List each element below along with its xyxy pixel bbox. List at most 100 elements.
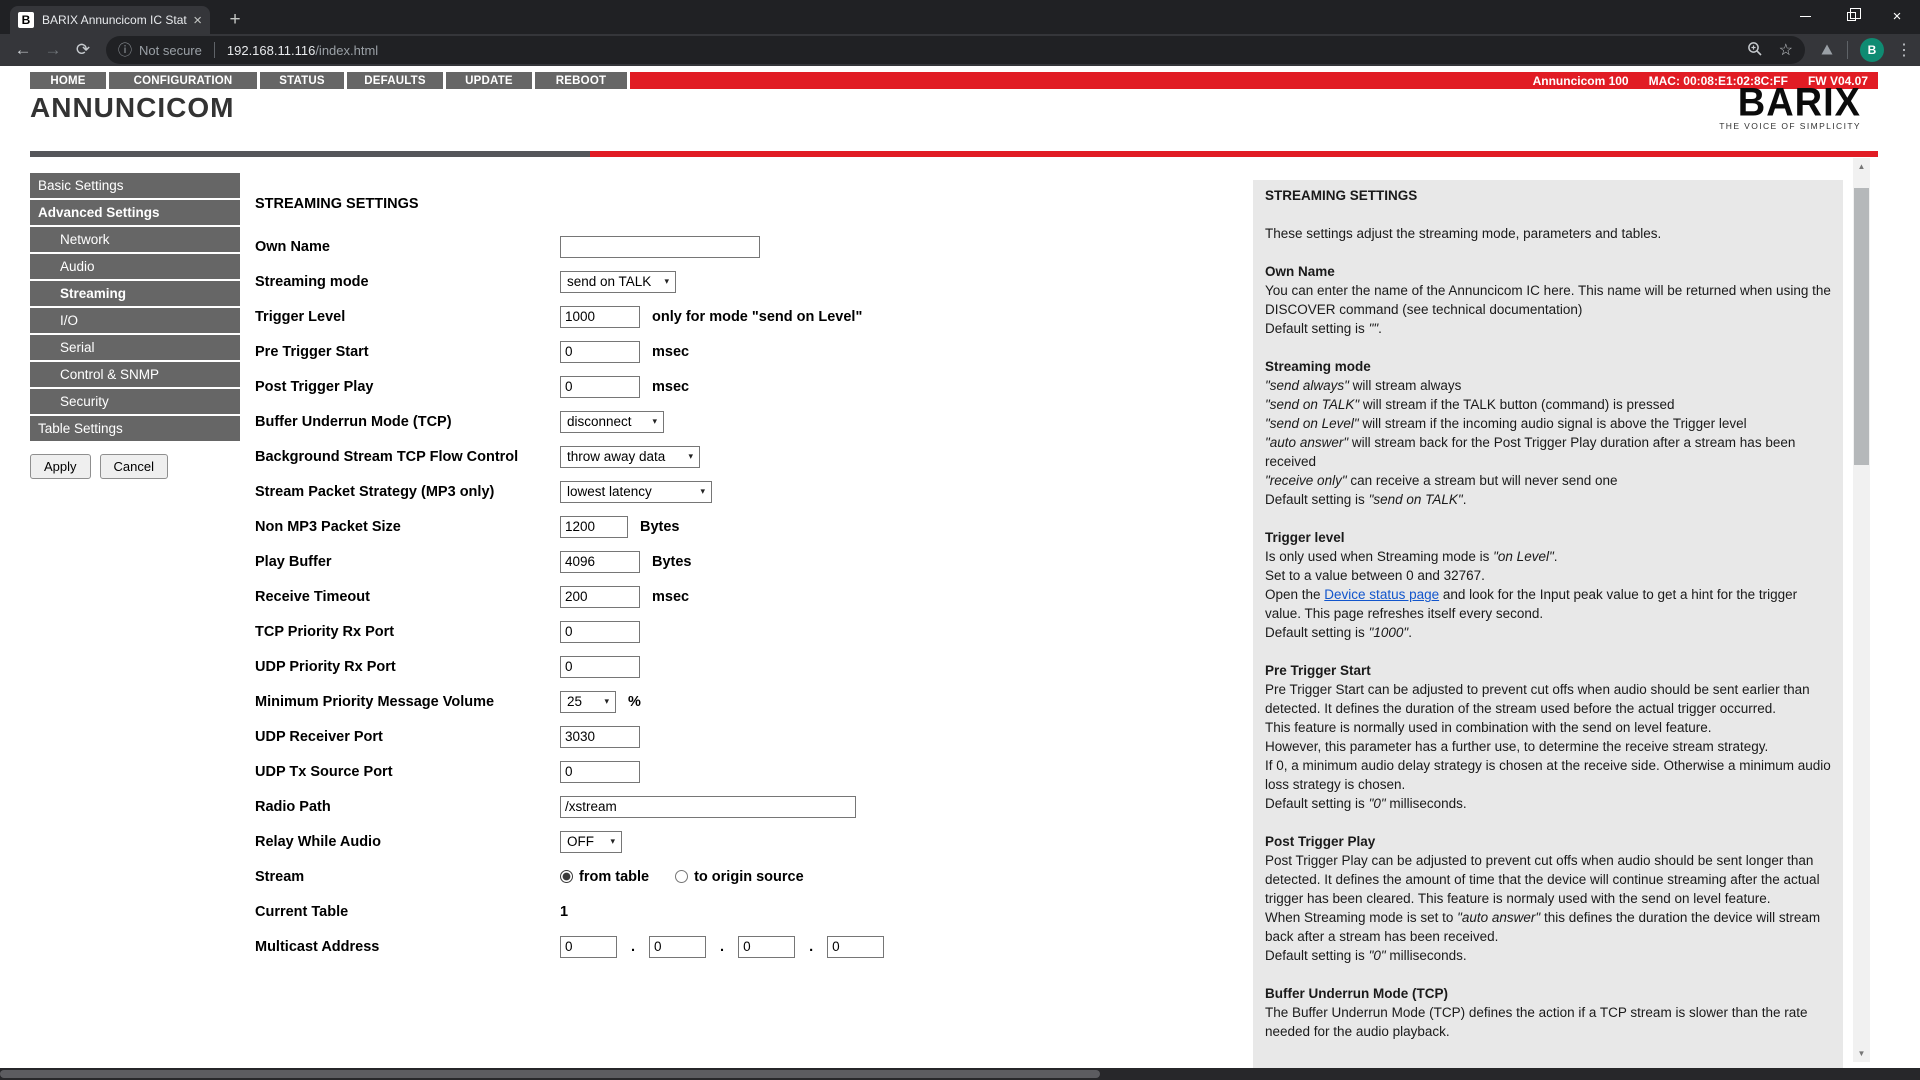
sidebar-item-audio[interactable]: Audio bbox=[30, 254, 240, 279]
sidebar-item-i-o[interactable]: I/O bbox=[30, 308, 240, 333]
help-heading: STREAMING SETTINGS bbox=[1265, 186, 1831, 205]
close-button[interactable]: × bbox=[1874, 0, 1920, 32]
info-icon[interactable]: ⓘ bbox=[118, 40, 132, 60]
minimum-priority-message-volume-label: Minimum Priority Message Volume bbox=[255, 694, 560, 710]
sidebar-menu: Basic SettingsAdvanced SettingsNetworkAu… bbox=[30, 173, 240, 441]
pre-trigger-start-input[interactable] bbox=[560, 341, 640, 363]
stream-packet-strategy-mp3-only-select[interactable]: lowest latency▾ bbox=[560, 481, 712, 503]
sidebar-item-control-snmp[interactable]: Control & SNMP bbox=[30, 362, 240, 387]
horizontal-scrollbar-thumb[interactable] bbox=[0, 1070, 1100, 1078]
nav-item-status[interactable]: STATUS bbox=[260, 72, 344, 89]
radio-path-input[interactable] bbox=[560, 796, 856, 818]
scroll-down-arrow[interactable]: ▼ bbox=[1853, 1045, 1870, 1062]
background-stream-tcp-flow-control-select[interactable]: throw away data ▾ bbox=[560, 446, 700, 468]
zoom-icon[interactable] bbox=[1747, 41, 1763, 60]
radio-button[interactable] bbox=[560, 870, 573, 883]
nav-item-configuration[interactable]: CONFIGURATION bbox=[109, 72, 257, 89]
forward-button[interactable]: → bbox=[38, 40, 68, 60]
udp-tx-source-port-label: UDP Tx Source Port bbox=[255, 764, 560, 780]
help-heading: Buffer Underrun Mode (TCP) bbox=[1265, 984, 1831, 1003]
maximize-button[interactable] bbox=[1828, 0, 1874, 32]
cancel-button[interactable]: Cancel bbox=[100, 454, 168, 479]
buffer-underrun-mode-tcp-select-value: disconnect bbox=[567, 414, 632, 429]
streaming-mode-label: Streaming mode bbox=[255, 274, 560, 290]
device-status-page-link[interactable]: Device status page bbox=[1324, 587, 1439, 602]
form-row-play-buffer: Play BufferBytes bbox=[255, 547, 1055, 576]
sidebar: Basic SettingsAdvanced SettingsNetworkAu… bbox=[30, 173, 240, 479]
stream-radio-from-table[interactable]: from table bbox=[560, 869, 649, 885]
non-mp3-packet-size-input[interactable] bbox=[560, 516, 628, 538]
help-section-buffer-underrun-mode-tcp: Buffer Underrun Mode (TCP)The Buffer Und… bbox=[1265, 984, 1831, 1041]
post-trigger-play-input[interactable] bbox=[560, 376, 640, 398]
sidebar-item-network[interactable]: Network bbox=[30, 227, 240, 252]
minimize-button[interactable] bbox=[1782, 0, 1828, 32]
divider-gray bbox=[30, 151, 590, 157]
form-row-radio-path: Radio Path bbox=[255, 792, 1055, 821]
help-section-streaming-settings: STREAMING SETTINGSThese settings adjust … bbox=[1265, 186, 1831, 243]
reload-button[interactable]: ⟳ bbox=[68, 40, 98, 60]
chevron-down-icon: ▾ bbox=[688, 451, 693, 462]
post-trigger-play-label: Post Trigger Play bbox=[255, 379, 560, 395]
nav-item-reboot[interactable]: REBOOT bbox=[535, 72, 627, 89]
form-row-udp-priority-rx-port: UDP Priority Rx Port bbox=[255, 652, 1055, 681]
sidebar-item-streaming[interactable]: Streaming bbox=[30, 281, 240, 306]
sidebar-item-table-settings[interactable]: Table Settings bbox=[30, 416, 240, 441]
scrollbar-thumb[interactable] bbox=[1854, 188, 1869, 465]
sidebar-item-advanced-settings[interactable]: Advanced Settings bbox=[30, 200, 240, 225]
minimum-priority-message-volume-select-value: 25 bbox=[567, 694, 582, 709]
sidebar-item-serial[interactable]: Serial bbox=[30, 335, 240, 360]
stream-radio-to-origin-source[interactable]: to origin source bbox=[675, 869, 804, 885]
multicast-address-octet-4[interactable] bbox=[827, 936, 884, 958]
form-heading: STREAMING SETTINGS bbox=[255, 196, 1055, 212]
play-buffer-input[interactable] bbox=[560, 551, 640, 573]
browser-tab[interactable]: B BARIX Annuncicom IC Status × bbox=[10, 6, 210, 34]
radio-path-label: Radio Path bbox=[255, 799, 560, 815]
help-heading: Pre Trigger Start bbox=[1265, 661, 1831, 680]
trigger-level-input[interactable] bbox=[560, 306, 640, 328]
page-title: ANNUNCICOM bbox=[30, 92, 234, 124]
chevron-down-icon: ▾ bbox=[700, 486, 705, 497]
udp-priority-rx-port-label: UDP Priority Rx Port bbox=[255, 659, 560, 675]
toolbar-separator bbox=[1847, 41, 1848, 59]
multicast-address-label: Multicast Address bbox=[255, 939, 560, 955]
form-row-streaming-mode: Streaming modesend on TALK▾ bbox=[255, 267, 1055, 296]
form-row-multicast-address: Multicast Address... bbox=[255, 932, 1055, 961]
relay-while-audio-label: Relay While Audio bbox=[255, 834, 560, 850]
udp-tx-source-port-input[interactable] bbox=[560, 761, 640, 783]
nav-item-defaults[interactable]: DEFAULTS bbox=[347, 72, 443, 89]
streaming-mode-select[interactable]: send on TALK▾ bbox=[560, 271, 676, 293]
sidebar-item-security[interactable]: Security bbox=[30, 389, 240, 414]
radio-button[interactable] bbox=[675, 870, 688, 883]
address-bar[interactable]: ⓘ Not secure 192.168.11.116 /index.html … bbox=[106, 36, 1805, 64]
back-button[interactable]: ← bbox=[8, 40, 38, 60]
nav-item-update[interactable]: UPDATE bbox=[446, 72, 532, 89]
receive-timeout-input[interactable] bbox=[560, 586, 640, 608]
nav-item-home[interactable]: HOME bbox=[30, 72, 106, 89]
relay-while-audio-select[interactable]: OFF▾ bbox=[560, 831, 622, 853]
form-row-udp-tx-source-port: UDP Tx Source Port bbox=[255, 757, 1055, 786]
non-mp3-packet-size-label: Non MP3 Packet Size bbox=[255, 519, 560, 535]
multicast-address-octet-3[interactable] bbox=[738, 936, 795, 958]
tab-title: BARIX Annuncicom IC Status bbox=[42, 13, 187, 27]
tab-close-icon[interactable]: × bbox=[193, 13, 202, 28]
background-stream-tcp-flow-control-select-value: throw away data bbox=[567, 449, 665, 464]
own-name-input[interactable] bbox=[560, 236, 760, 258]
new-tab-button[interactable]: + bbox=[222, 8, 248, 32]
current-table-label: Current Table bbox=[255, 904, 560, 920]
sidebar-item-basic-settings[interactable]: Basic Settings bbox=[30, 173, 240, 198]
minimum-priority-message-volume-select[interactable]: 25▾ bbox=[560, 691, 616, 713]
menu-kebab-icon[interactable]: ⋮ bbox=[1896, 40, 1912, 60]
current-table-value: 1 bbox=[560, 904, 568, 920]
tcp-priority-rx-port-input[interactable] bbox=[560, 621, 640, 643]
udp-priority-rx-port-input[interactable] bbox=[560, 656, 640, 678]
scroll-up-arrow[interactable]: ▲ bbox=[1853, 158, 1870, 175]
multicast-address-octet-1[interactable] bbox=[560, 936, 617, 958]
receive-timeout-suffix: msec bbox=[652, 589, 689, 605]
drive-extension-icon[interactable] bbox=[1819, 42, 1835, 58]
profile-avatar[interactable]: B bbox=[1860, 38, 1884, 62]
udp-receiver-port-input[interactable] bbox=[560, 726, 640, 748]
apply-button[interactable]: Apply bbox=[30, 454, 91, 479]
buffer-underrun-mode-tcp-select[interactable]: disconnect▾ bbox=[560, 411, 664, 433]
multicast-address-octet-2[interactable] bbox=[649, 936, 706, 958]
bookmark-star-icon[interactable]: ☆ bbox=[1779, 40, 1793, 60]
